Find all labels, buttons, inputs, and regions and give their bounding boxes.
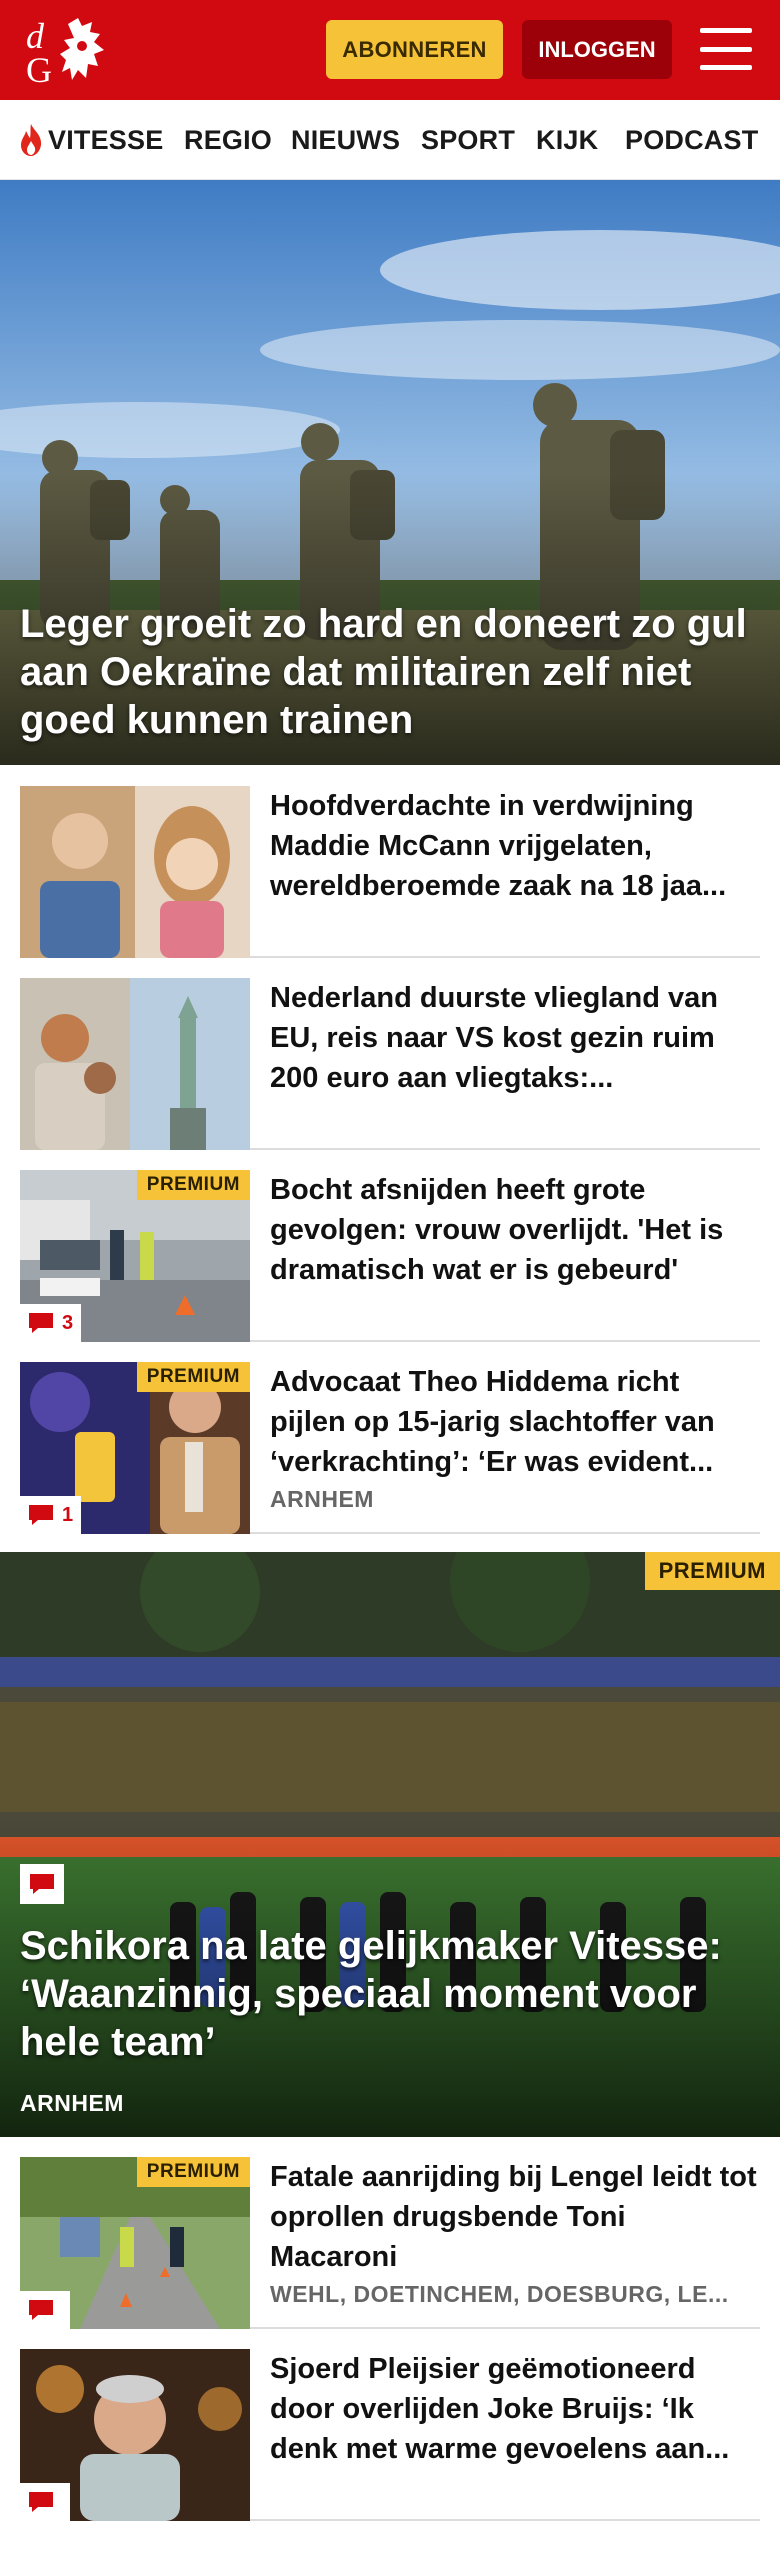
- nav-label: PODCAST: [625, 124, 759, 155]
- feature-article[interactable]: PREMIUM Schikora na late gelijkmaker Vit…: [0, 1552, 780, 2137]
- nav-item-podcast[interactable]: PODCAST: [625, 100, 758, 180]
- nav-item-nieuws[interactable]: NIEUWS: [291, 100, 400, 180]
- hamburger-icon[interactable]: [700, 26, 752, 72]
- article-thumbnail: PREMIUM: [20, 2157, 250, 2329]
- nav-label: VITESSE: [48, 124, 164, 155]
- list-item[interactable]: PREMIUM Fatale aanrijding bij Lengel lei…: [20, 2157, 760, 2329]
- login-button[interactable]: INLOGGEN: [522, 20, 672, 79]
- article-title: Nederland duurste vliegland van EU, reis…: [270, 982, 718, 1094]
- comment-count[interactable]: 3: [20, 1304, 82, 1342]
- svg-text:G: G: [26, 50, 52, 86]
- feature-location: ARNHEM: [20, 2090, 124, 2116]
- premium-badge: PREMIUM: [136, 2157, 250, 2187]
- comment-count[interactable]: 1: [20, 1496, 82, 1534]
- premium-badge: PREMIUM: [136, 1170, 250, 1200]
- nav-label: NIEUWS: [291, 124, 401, 155]
- nav-label: REGIO: [184, 124, 273, 155]
- comment-count-label: 1: [62, 1503, 74, 1526]
- article-location: ARNHEM: [270, 1486, 374, 1512]
- hero-article[interactable]: Leger groeit zo hard en doneert zo gul a…: [0, 180, 780, 765]
- article-title: Fatale aanrijding bij Lengel leidt tot o…: [270, 2161, 757, 2273]
- article-thumbnail: PREMIUM 1: [20, 1362, 250, 1534]
- list-item[interactable]: Hoofdverdachte in verdwijning Maddie McC…: [20, 786, 760, 958]
- comment-icon: [29, 1505, 53, 1525]
- feature-title: Schikora na late gelijkmaker Vitesse: ‘W…: [20, 1924, 722, 2064]
- top-bar: d G ABONNEREN INLOGGEN: [0, 0, 780, 100]
- hero-title: Leger groeit zo hard en doneert zo gul a…: [20, 602, 747, 742]
- nav-item-kijk[interactable]: KIJK: [536, 100, 598, 180]
- list-item[interactable]: Nederland duurste vliegland van EU, reis…: [20, 978, 760, 1150]
- subscribe-button[interactable]: ABONNEREN: [326, 20, 503, 79]
- flame-icon: [21, 124, 42, 156]
- premium-badge: PREMIUM: [644, 1552, 780, 1590]
- comment-count[interactable]: [20, 1864, 64, 1904]
- nav-item-regio[interactable]: REGIO: [184, 100, 272, 180]
- nav-label: KIJK: [536, 124, 599, 155]
- list-item[interactable]: PREMIUM 3 Bocht afsnijden heeft grote ge…: [20, 1170, 760, 1342]
- article-title: Hoofdverdachte in verdwijning Maddie McC…: [270, 790, 727, 902]
- comment-count[interactable]: [20, 2483, 70, 2521]
- list-item[interactable]: Sjoerd Pleijsier geëmotioneerd door over…: [20, 2349, 760, 2521]
- premium-badge: PREMIUM: [136, 1362, 250, 1392]
- article-thumbnail: [20, 978, 250, 1150]
- article-location: WEHL, DOETINCHEM, DOESBURG, LE...: [270, 2281, 729, 2307]
- comment-icon: [30, 1874, 54, 1894]
- article-thumbnail: PREMIUM 3: [20, 1170, 250, 1342]
- comment-count-label: 3: [62, 1311, 74, 1334]
- comment-icon: [29, 2300, 53, 2320]
- comment-icon: [29, 1313, 53, 1333]
- article-thumbnail: [20, 786, 250, 958]
- nav-item-sport[interactable]: SPORT: [421, 100, 515, 180]
- nav-label: SPORT: [421, 124, 516, 155]
- dg-logo[interactable]: d G: [24, 14, 116, 86]
- article-thumbnail: [20, 2349, 250, 2521]
- article-title: Sjoerd Pleijsier geëmotioneerd door over…: [270, 2353, 730, 2465]
- article-title: Bocht afsnijden heeft grote gevolgen: vr…: [270, 1174, 724, 1286]
- comment-count[interactable]: [20, 2291, 70, 2329]
- article-title: Advocaat Theo Hiddema richt pijlen op 15…: [270, 1366, 715, 1478]
- main-nav: VITESSE REGIO NIEUWS SPORT KIJK PODCAST: [0, 100, 780, 180]
- comment-icon: [29, 2492, 53, 2512]
- list-item[interactable]: PREMIUM 1 Advocaat Theo Hiddema richt pi…: [20, 1362, 760, 1534]
- nav-item-vitesse[interactable]: VITESSE: [18, 100, 163, 180]
